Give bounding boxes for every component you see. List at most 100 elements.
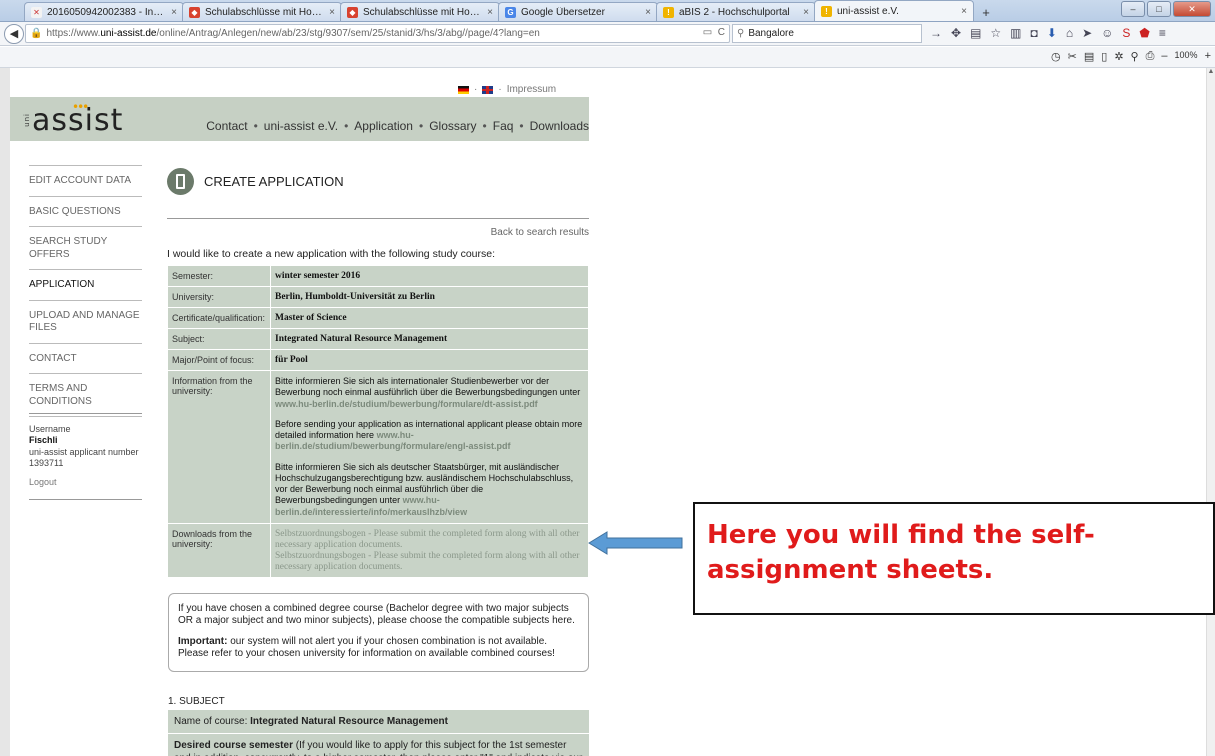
bookmark-star-icon[interactable]: ☆ xyxy=(990,26,1001,40)
browser-nav-bar: ◀ 🔒 https://www.uni-assist.de/online/Ant… xyxy=(0,22,1215,46)
tab-close-icon[interactable]: × xyxy=(645,7,651,18)
subject-box: Name of course: Integrated Natural Resou… xyxy=(168,710,589,756)
site-header: uni ••• assist Contact • uni-assist e.V. • A… xyxy=(10,97,589,141)
tab-close-icon[interactable]: × xyxy=(961,6,967,17)
logout-link[interactable]: Logout xyxy=(29,477,142,488)
find-icon[interactable]: ⚲ xyxy=(1131,50,1139,63)
tab-close-icon[interactable]: × xyxy=(487,7,493,18)
browser-tab-bar: ✕ 2016050942002383 - Inhalt ... × ◆ Schulabs… xyxy=(0,0,1215,22)
subject-heading: 1. Subject xyxy=(168,696,225,707)
table-row: Subject: Integrated Natural Resource Mana… xyxy=(167,328,589,350)
search-icon: ⚲ xyxy=(737,28,745,39)
minimize-button[interactable]: – xyxy=(1121,1,1145,17)
addon-icon[interactable]: ✥ xyxy=(951,26,961,40)
nav-application[interactable]: Application xyxy=(354,119,413,133)
tab-favicon-icon: G xyxy=(505,6,516,18)
table-row: Semester: winter semester 2016 xyxy=(167,265,589,287)
maximize-button[interactable]: □ xyxy=(1147,1,1171,17)
logo-dots-icon: ••• xyxy=(72,100,89,114)
pocket-icon[interactable]: ◘ xyxy=(1031,26,1038,40)
sidebar-item-terms-and-conditions[interactable]: Terms and conditions xyxy=(29,373,142,417)
nav-downloads[interactable]: Downloads xyxy=(530,119,589,133)
zoom-out-icon[interactable]: – xyxy=(1161,50,1167,63)
addon-s-icon[interactable]: S xyxy=(1122,26,1130,40)
download-link-1[interactable]: Selbstzuordnungsbogen - Please submit th… xyxy=(275,529,584,551)
nav-uni-assist-e-v-[interactable]: uni-assist e.V. xyxy=(264,119,338,133)
table-row: Information from the university: Bitte i… xyxy=(167,370,589,524)
clock-icon[interactable]: ◷ xyxy=(1051,50,1061,63)
tab-favicon-icon: ! xyxy=(821,5,832,17)
scissors-icon[interactable]: ✂ xyxy=(1068,50,1077,63)
browser-tab[interactable]: ◆ Schulabschlüsse mit Hoch... × xyxy=(182,2,342,21)
browser-tab[interactable]: ✕ 2016050942002383 - Inhalt ... × xyxy=(24,2,184,21)
reader-mode-icon[interactable]: ▤ xyxy=(1084,50,1094,63)
table-row: Major/Point of focus: für Pool xyxy=(167,349,589,371)
vertical-scrollbar[interactable]: ▲ xyxy=(1206,68,1215,756)
nav-contact[interactable]: Contact xyxy=(206,119,247,133)
extension-bar: ◷ ✂ ▤ ▯ ✲ ⚲ ⎙ – 100% + xyxy=(0,47,1215,68)
reload-icon[interactable]: ▭ C xyxy=(703,27,725,38)
german-flag-icon[interactable] xyxy=(458,85,469,94)
combined-degree-note: If you have chosen a combined degree cou… xyxy=(168,593,589,672)
window-controls: – □ ✕ xyxy=(1121,1,1211,17)
browser-tab[interactable]: G Google Übersetzer × xyxy=(498,2,658,21)
send-icon[interactable]: ➤ xyxy=(1082,26,1092,40)
browser-tab[interactable]: ! uni-assist e.V. × xyxy=(814,0,974,21)
home-icon[interactable]: ⌂ xyxy=(1066,26,1073,40)
lock-icon: 🔒 xyxy=(30,28,43,39)
sidebar-item-application[interactable]: Application xyxy=(29,269,142,300)
new-tab-button[interactable]: + xyxy=(976,3,996,21)
tab-close-icon[interactable]: × xyxy=(329,7,335,18)
uni-assist-logo[interactable]: uni ••• assist xyxy=(23,100,123,138)
download-link-2[interactable]: Selbstzuordnungsbogen - Please submit th… xyxy=(275,551,584,573)
clipboard-icon[interactable]: ▯ xyxy=(1101,50,1107,63)
annotation-text: Here you will find the self-assignment s… xyxy=(707,520,1095,586)
uk-flag-icon[interactable] xyxy=(482,85,494,94)
impressum-link[interactable]: Impressum xyxy=(507,84,556,95)
tab-close-icon[interactable]: × xyxy=(171,7,177,18)
sidebar-item-contact[interactable]: Contact xyxy=(29,342,142,374)
back-button[interactable]: ◀ xyxy=(4,23,24,44)
search-input[interactable]: ⚲ Bangalore xyxy=(732,24,922,43)
intro-text: I would like to create a new application… xyxy=(167,248,496,260)
sidebar-item-upload-and-manage-files[interactable]: Upload and manage files xyxy=(29,299,142,343)
go-arrow-icon[interactable]: → xyxy=(930,26,942,40)
left-arrow-icon xyxy=(588,531,683,555)
nav-glossary[interactable]: Glossary xyxy=(429,119,476,133)
address-bar[interactable]: 🔒 https://www.uni-assist.de/online/Antra… xyxy=(25,24,730,43)
tab-favicon-icon: ◆ xyxy=(347,6,358,18)
user-info: Username Fischli uni-assist applicant nu… xyxy=(29,413,142,501)
reader-icon[interactable]: ▤ xyxy=(970,26,981,40)
scroll-up-icon[interactable]: ▲ xyxy=(1207,68,1215,75)
nav-faq[interactable]: Faq xyxy=(493,119,514,133)
close-window-button[interactable]: ✕ xyxy=(1173,1,1211,17)
search-value: Bangalore xyxy=(748,28,794,39)
table-row: Downloads from the university: Selbstzuo… xyxy=(167,522,589,579)
annotation-callout: Here you will find the self-assignment s… xyxy=(693,502,1215,615)
browser-tab[interactable]: ◆ Schulabschlüsse mit Hoch... × xyxy=(340,2,500,21)
tab-favicon-icon: ◆ xyxy=(189,6,200,18)
main-nav: Contact • uni-assist e.V. • Application • Glos… xyxy=(206,119,589,133)
application-icon xyxy=(167,168,194,195)
language-links: · · Impressum xyxy=(458,84,556,95)
sidebar-item-search-study-offers[interactable]: Search study offers xyxy=(29,226,142,269)
download-icon[interactable]: ⬇ xyxy=(1047,26,1057,40)
print-icon[interactable]: ⎙ xyxy=(1146,50,1155,63)
bookmarks-list-icon[interactable]: ▥ xyxy=(1010,26,1021,40)
shield-icon[interactable]: ⬟ xyxy=(1139,26,1149,40)
main-content: Create application Back to search result… xyxy=(167,165,589,579)
course-info-table: Semester: winter semester 2016 University:… xyxy=(167,265,589,579)
menu-icon[interactable]: ≡ xyxy=(1159,26,1166,40)
info-link-dt[interactable]: www.hu-berlin.de/studium/bewerbung/formu… xyxy=(275,399,538,409)
tab-close-icon[interactable]: × xyxy=(803,7,809,18)
sidebar-item-basic-questions[interactable]: Basic questions xyxy=(29,195,142,227)
username: Fischli xyxy=(29,435,58,446)
smiley-icon[interactable]: ☺ xyxy=(1101,26,1113,40)
browser-tab[interactable]: ! aBIS 2 - Hochschulportal × xyxy=(656,2,816,21)
sidebar: Edit account data Basic questions Search s… xyxy=(29,165,142,417)
zoom-in-icon[interactable]: + xyxy=(1205,50,1211,63)
back-to-results-link[interactable]: Back to search results xyxy=(167,227,589,238)
sidebar-item-edit-account-data[interactable]: Edit account data xyxy=(29,165,142,196)
gear-icon[interactable]: ✲ xyxy=(1114,50,1123,63)
table-row: University: Berlin, Humboldt-Universität … xyxy=(167,286,589,308)
